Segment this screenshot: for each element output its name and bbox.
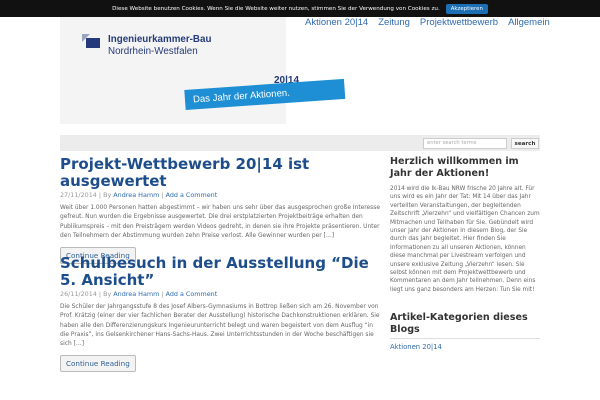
post-2: Schulbesuch in der Ausstellung “Die 5. A… bbox=[60, 255, 380, 373]
post-title[interactable]: Projekt-Wettbewerb 20|14 ist ausgewertet bbox=[60, 156, 380, 190]
post-meta-sep: | bbox=[161, 191, 164, 199]
divider bbox=[390, 338, 540, 340]
post-meta-sep: | bbox=[161, 290, 164, 298]
continue-reading-button[interactable]: Continue Reading bbox=[60, 355, 136, 373]
cookie-message: Diese Website benutzen Cookies. Wenn Sie… bbox=[112, 5, 440, 12]
categories-title: Artikel-Kategorien dieses Blogs bbox=[390, 312, 528, 336]
nav-zeitung[interactable]: Zeitung bbox=[378, 17, 410, 28]
post-by: | By bbox=[98, 191, 112, 199]
sidebar: Herzlich willkommen im Jahr der Aktionen… bbox=[390, 156, 540, 351]
cookie-accept-button[interactable]: Akzeptieren bbox=[445, 3, 488, 14]
logo-mark-icon bbox=[82, 34, 100, 48]
post-meta: 26/11/2014 | By Andrea Hamm | Add a Comm… bbox=[60, 290, 380, 298]
nav-aktionen[interactable]: Aktionen 20|14 bbox=[305, 17, 368, 28]
post-meta: 27/11/2014 | By Andrea Hamm | Add a Comm… bbox=[60, 191, 380, 199]
post-date: 26/11/2014 bbox=[60, 290, 97, 298]
logo-banner: Das Jahr der Aktionen. bbox=[184, 78, 346, 110]
post-comment-link[interactable]: Add a Comment bbox=[166, 290, 218, 298]
post-title[interactable]: Schulbesuch in der Ausstellung “Die 5. A… bbox=[60, 255, 380, 289]
welcome-title: Herzlich willkommen im Jahr der Aktionen… bbox=[390, 156, 519, 179]
post-comment-link[interactable]: Add a Comment bbox=[166, 191, 218, 199]
post-excerpt: Die Schüler der Jahrgangsstufe 8 des Jos… bbox=[60, 304, 380, 348]
post-1: Projekt-Wettbewerb 20|14 ist ausgewertet… bbox=[60, 156, 380, 265]
cookie-bar: Diese Website benutzen Cookies. Wenn Sie… bbox=[0, 0, 600, 17]
main-nav: Aktionen 20|14 Zeitung Projektwettbewerb… bbox=[305, 17, 550, 28]
site-logo[interactable]: Ingenieurkammer-Bau Nordrhein-Westfalen … bbox=[60, 10, 346, 124]
logo-subtitle: Nordrhein-Westfalen bbox=[108, 46, 198, 57]
category-link[interactable]: Aktionen 20|14 bbox=[390, 343, 540, 351]
nav-allgemein[interactable]: Allgemein bbox=[508, 17, 550, 28]
post-author-link[interactable]: Andrea Hamm bbox=[113, 290, 159, 298]
post-date: 27/11/2014 bbox=[60, 191, 97, 199]
welcome-text: 2014 wird die Ik-Bau NRW frische 20 Jahr… bbox=[390, 186, 540, 293]
logo-title: Ingenieurkammer-Bau bbox=[108, 34, 212, 45]
nav-projektwettbewerb[interactable]: Projektwettbewerb bbox=[420, 17, 498, 28]
post-author-link[interactable]: Andrea Hamm bbox=[113, 191, 159, 199]
post-by: | By bbox=[98, 290, 112, 298]
search-button[interactable]: search bbox=[511, 138, 539, 149]
search-input[interactable]: enter search terms bbox=[423, 138, 507, 149]
post-excerpt: Weit über 1.000 Personen hatten abgestim… bbox=[60, 205, 380, 239]
